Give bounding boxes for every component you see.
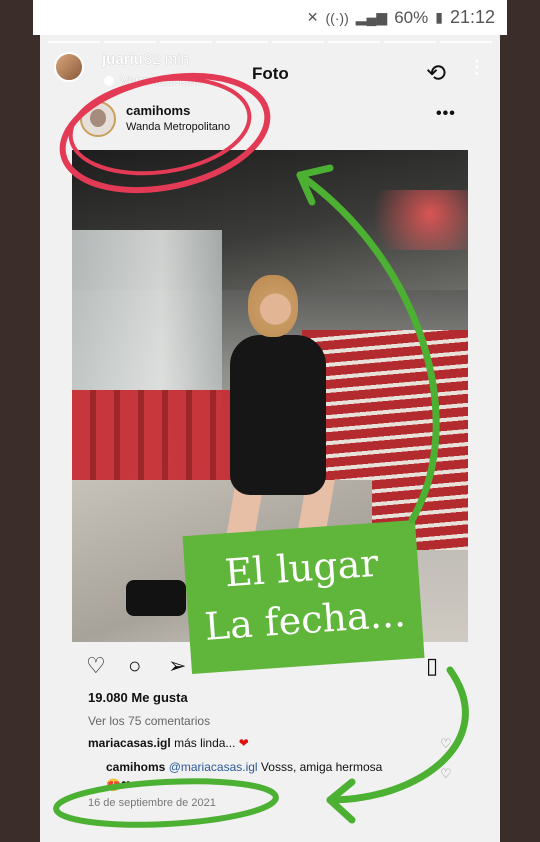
post-location[interactable]: Wanda Metropolitano: [126, 121, 230, 133]
post-avatar[interactable]: [80, 101, 116, 137]
save-icon[interactable]: ▯: [426, 653, 438, 679]
annotation-box: El lugar La fecha...: [182, 520, 425, 674]
heart-emoji-icon: ❤: [238, 736, 249, 750]
post-options-icon[interactable]: •••: [436, 105, 456, 123]
battery-icon: ▮: [435, 9, 443, 25]
like-heart-icon[interactable]: ♡: [86, 653, 106, 679]
comment-icon[interactable]: ○: [128, 653, 141, 679]
story-username[interactable]: juariu: [102, 51, 143, 68]
view-comments-link[interactable]: Ver los 75 comentarios: [88, 714, 210, 728]
comment-text: más linda...: [174, 736, 236, 750]
story-viewer[interactable]: juariu 32 min Ver traducción Foto ⟲ ⋮ ca…: [40, 35, 500, 842]
page-title: Foto: [252, 64, 289, 83]
post-header: camihoms Wanda Metropolitano •••: [40, 95, 500, 151]
reply-text: Vosss, amiga hermosa: [260, 760, 383, 774]
reply-comment: camihoms @mariacasas.igl Vosss, amiga he…: [106, 760, 446, 774]
post-username[interactable]: camihoms: [126, 103, 190, 118]
reply-mention[interactable]: @mariacasas.igl: [169, 760, 258, 774]
clock: 21:12: [449, 7, 495, 27]
share-icon[interactable]: ➢: [168, 653, 186, 679]
story-progress: [48, 41, 492, 43]
post-date: 16 de septiembre de 2021: [88, 797, 216, 809]
wifi-icon: ((·)): [325, 9, 349, 26]
reply-user[interactable]: camihoms: [106, 760, 165, 774]
story-time: 32 min: [144, 51, 190, 68]
refresh-icon[interactable]: ⟲: [426, 59, 446, 88]
translate-link[interactable]: Ver traducción: [120, 73, 203, 88]
reply-like-icon[interactable]: ♡: [440, 766, 452, 782]
story-header: juariu 32 min Ver traducción Foto ⟲ ⋮: [40, 47, 500, 91]
reply-emoji-icon: 😍❤: [106, 778, 131, 792]
battery-percent: 60%: [394, 7, 429, 27]
comment-user[interactable]: mariacasas.igl: [88, 736, 171, 750]
mute-icon: ✕: [306, 9, 319, 25]
status-bar: ✕ ((·)) ▂▄▆ 60% ▮ 21:12: [33, 0, 507, 35]
signal-icon: ▂▄▆: [355, 9, 388, 25]
story-avatar[interactable]: [54, 52, 84, 82]
story-menu-icon[interactable]: ⋮: [468, 57, 486, 78]
like-count[interactable]: 19.080 Me gusta: [88, 690, 188, 705]
comment-like-icon[interactable]: ♡: [440, 736, 452, 752]
comment: mariacasas.igl más linda... ❤: [88, 736, 448, 750]
translate-icon: [104, 76, 114, 86]
